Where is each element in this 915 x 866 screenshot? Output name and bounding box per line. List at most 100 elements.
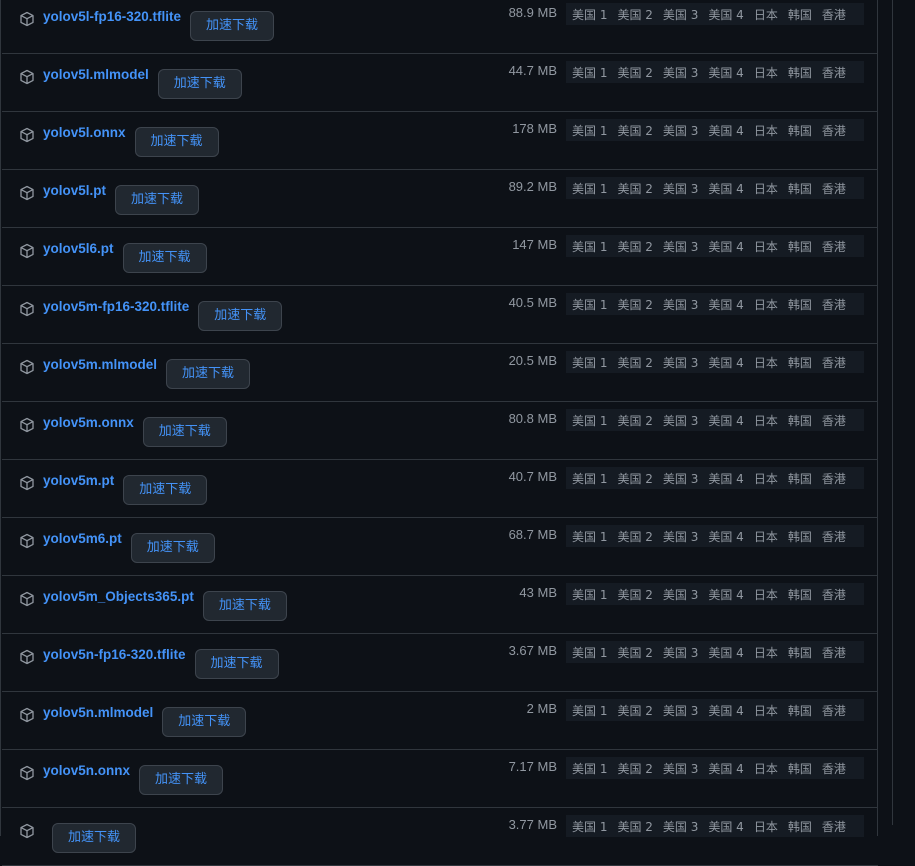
mirror-link[interactable]: 美国 2 — [617, 354, 652, 371]
asset-link[interactable]: yolov5m.onnx — [43, 415, 134, 430]
mirror-link[interactable]: 美国 3 — [663, 64, 698, 81]
mirror-link[interactable]: 日本 — [754, 180, 778, 197]
mirror-link[interactable]: 美国 1 — [572, 6, 607, 23]
accelerated-download-button[interactable]: 加速下载 — [198, 301, 283, 331]
mirror-link[interactable]: 美国 3 — [663, 818, 698, 835]
mirror-link[interactable]: 韩国 — [788, 760, 812, 777]
asset-link[interactable]: yolov5l-fp16-320.tflite — [43, 9, 181, 24]
accelerated-download-button[interactable]: 加速下载 — [166, 359, 251, 389]
mirror-link[interactable]: 韩国 — [788, 354, 812, 371]
mirror-link[interactable]: 美国 4 — [708, 238, 743, 255]
mirror-link[interactable]: 韩国 — [788, 528, 812, 545]
mirror-link[interactable]: 美国 2 — [617, 122, 652, 139]
mirror-link[interactable]: 美国 4 — [708, 470, 743, 487]
mirror-link[interactable]: 香港 — [822, 528, 846, 545]
mirror-link[interactable]: 美国 1 — [572, 122, 607, 139]
mirror-link[interactable]: 美国 3 — [663, 644, 698, 661]
mirror-link[interactable]: 美国 1 — [572, 702, 607, 719]
mirror-link[interactable]: 香港 — [822, 122, 846, 139]
mirror-link[interactable]: 香港 — [822, 296, 846, 313]
mirror-link[interactable]: 香港 — [822, 354, 846, 371]
asset-link[interactable]: yolov5n.onnx — [43, 763, 130, 778]
mirror-link[interactable]: 美国 3 — [663, 180, 698, 197]
mirror-link[interactable]: 韩国 — [788, 64, 812, 81]
mirror-link[interactable]: 日本 — [754, 818, 778, 835]
mirror-link[interactable]: 日本 — [754, 470, 778, 487]
mirror-link[interactable]: 香港 — [822, 818, 846, 835]
mirror-link[interactable]: 美国 4 — [708, 6, 743, 23]
mirror-link[interactable]: 香港 — [822, 238, 846, 255]
mirror-link[interactable]: 香港 — [822, 6, 846, 23]
mirror-link[interactable]: 香港 — [822, 586, 846, 603]
mirror-link[interactable]: 韩国 — [788, 702, 812, 719]
mirror-link[interactable]: 日本 — [754, 644, 778, 661]
accelerated-download-button[interactable]: 加速下载 — [130, 533, 215, 563]
mirror-link[interactable]: 香港 — [822, 644, 846, 661]
mirror-link[interactable]: 美国 4 — [708, 354, 743, 371]
mirror-link[interactable]: 美国 1 — [572, 354, 607, 371]
accelerated-download-button[interactable]: 加速下载 — [190, 11, 275, 41]
mirror-link[interactable]: 香港 — [822, 760, 846, 777]
mirror-link[interactable]: 美国 2 — [617, 412, 652, 429]
mirror-link[interactable]: 韩国 — [788, 296, 812, 313]
mirror-link[interactable]: 美国 2 — [617, 180, 652, 197]
mirror-link[interactable]: 美国 4 — [708, 644, 743, 661]
mirror-link[interactable]: 美国 1 — [572, 180, 607, 197]
mirror-link[interactable]: 美国 1 — [572, 644, 607, 661]
mirror-link[interactable]: 香港 — [822, 702, 846, 719]
mirror-link[interactable]: 美国 2 — [617, 528, 652, 545]
mirror-link[interactable]: 美国 2 — [617, 818, 652, 835]
accelerated-download-button[interactable]: 加速下载 — [52, 823, 137, 853]
mirror-link[interactable]: 美国 1 — [572, 296, 607, 313]
mirror-link[interactable]: 日本 — [754, 702, 778, 719]
mirror-link[interactable]: 美国 3 — [663, 586, 698, 603]
mirror-link[interactable]: 美国 2 — [617, 702, 652, 719]
asset-link[interactable]: yolov5m.pt — [43, 473, 114, 488]
asset-link[interactable]: yolov5m.mlmodel — [43, 357, 157, 372]
mirror-link[interactable]: 美国 4 — [708, 818, 743, 835]
mirror-link[interactable]: 日本 — [754, 412, 778, 429]
mirror-link[interactable]: 美国 3 — [663, 470, 698, 487]
mirror-link[interactable]: 美国 3 — [663, 760, 698, 777]
accelerated-download-button[interactable]: 加速下载 — [123, 475, 208, 505]
mirror-link[interactable]: 美国 4 — [708, 122, 743, 139]
mirror-link[interactable]: 美国 3 — [663, 122, 698, 139]
mirror-link[interactable]: 日本 — [754, 296, 778, 313]
mirror-link[interactable]: 日本 — [754, 122, 778, 139]
mirror-link[interactable]: 香港 — [822, 470, 846, 487]
asset-link[interactable]: yolov5l.pt — [43, 183, 106, 198]
mirror-link[interactable]: 美国 3 — [663, 238, 698, 255]
mirror-link[interactable]: 美国 2 — [617, 238, 652, 255]
mirror-link[interactable]: 美国 1 — [572, 760, 607, 777]
accelerated-download-button[interactable]: 加速下载 — [202, 591, 287, 621]
mirror-link[interactable]: 韩国 — [788, 470, 812, 487]
accelerated-download-button[interactable]: 加速下载 — [139, 765, 224, 795]
mirror-link[interactable]: 美国 2 — [617, 64, 652, 81]
mirror-link[interactable]: 美国 2 — [617, 760, 652, 777]
mirror-link[interactable]: 韩国 — [788, 412, 812, 429]
scrollbar-track[interactable] — [892, 0, 893, 825]
mirror-link[interactable]: 美国 4 — [708, 760, 743, 777]
asset-link[interactable]: yolov5m-fp16-320.tflite — [43, 299, 189, 314]
asset-link[interactable]: yolov5n-fp16-320.tflite — [43, 647, 186, 662]
asset-link[interactable]: yolov5l.mlmodel — [43, 67, 149, 82]
asset-link[interactable]: yolov5n.mlmodel — [43, 705, 153, 720]
accelerated-download-button[interactable]: 加速下载 — [157, 69, 242, 99]
accelerated-download-button[interactable]: 加速下载 — [134, 127, 219, 157]
mirror-link[interactable]: 美国 1 — [572, 412, 607, 429]
accelerated-download-button[interactable]: 加速下载 — [194, 649, 279, 679]
mirror-link[interactable]: 美国 4 — [708, 64, 743, 81]
mirror-link[interactable]: 韩国 — [788, 122, 812, 139]
mirror-link[interactable]: 香港 — [822, 180, 846, 197]
accelerated-download-button[interactable]: 加速下载 — [122, 243, 207, 273]
mirror-link[interactable]: 日本 — [754, 354, 778, 371]
mirror-link[interactable]: 美国 3 — [663, 702, 698, 719]
mirror-link[interactable]: 美国 1 — [572, 586, 607, 603]
mirror-link[interactable]: 美国 4 — [708, 180, 743, 197]
mirror-link[interactable]: 美国 2 — [617, 296, 652, 313]
mirror-link[interactable]: 香港 — [822, 412, 846, 429]
mirror-link[interactable]: 美国 4 — [708, 296, 743, 313]
asset-link[interactable]: yolov5l6.pt — [43, 241, 114, 256]
mirror-link[interactable]: 香港 — [822, 64, 846, 81]
mirror-link[interactable]: 美国 4 — [708, 586, 743, 603]
